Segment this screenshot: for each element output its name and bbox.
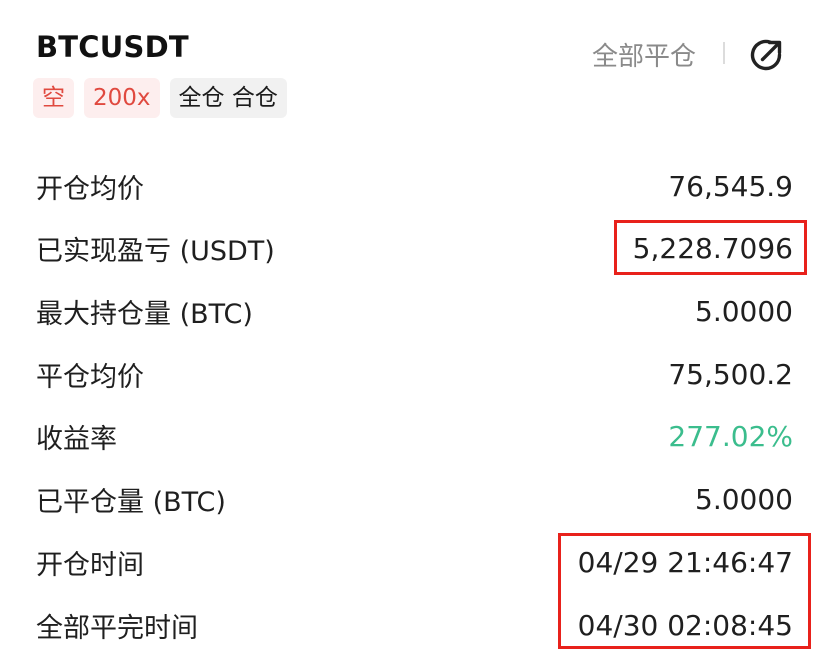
close-all-button[interactable]: 全部平仓	[592, 36, 696, 73]
row-value: 5.0000	[695, 294, 793, 328]
row-return-rate: 收益率 277.02%	[36, 410, 793, 462]
leverage-tag: 200x	[84, 78, 160, 118]
position-tags: 空 200x 全仓 合仓	[33, 78, 287, 118]
position-detail-card: BTCUSDT 空 200x 全仓 合仓 全部平仓 开仓均价 76,545.9 …	[0, 0, 828, 672]
row-label: 开仓时间	[36, 549, 144, 581]
row-label: 最大持仓量 (BTC)	[36, 298, 253, 330]
margin-mode-tag: 全仓 合仓	[169, 78, 287, 118]
row-value: 5.0000	[695, 482, 793, 516]
row-value: 75,500.2	[668, 357, 793, 391]
row-label: 平仓均价	[36, 361, 144, 393]
row-label: 全部平完时间	[36, 612, 198, 644]
row-max-position: 最大持仓量 (BTC) 5.0000	[36, 285, 793, 337]
side-tag: 空	[33, 78, 74, 118]
symbol-title: BTCUSDT	[36, 30, 189, 64]
row-label: 收益率	[36, 423, 117, 455]
row-open-avg-price: 开仓均价 76,545.9	[36, 160, 793, 212]
row-closed-quantity: 已平仓量 (BTC) 5.0000	[36, 473, 793, 525]
row-label: 开仓均价	[36, 173, 144, 205]
row-value: 277.02%	[668, 419, 793, 453]
row-value: 76,545.9	[668, 169, 793, 203]
highlight-box-times	[558, 533, 811, 649]
row-close-avg-price: 平仓均价 75,500.2	[36, 348, 793, 400]
row-label: 已实现盈亏 (USDT)	[36, 235, 275, 267]
share-arrow-icon[interactable]	[746, 34, 788, 76]
row-label: 已平仓量 (BTC)	[36, 486, 226, 518]
highlight-box-realized-pnl	[614, 220, 807, 275]
header-divider	[723, 42, 725, 64]
